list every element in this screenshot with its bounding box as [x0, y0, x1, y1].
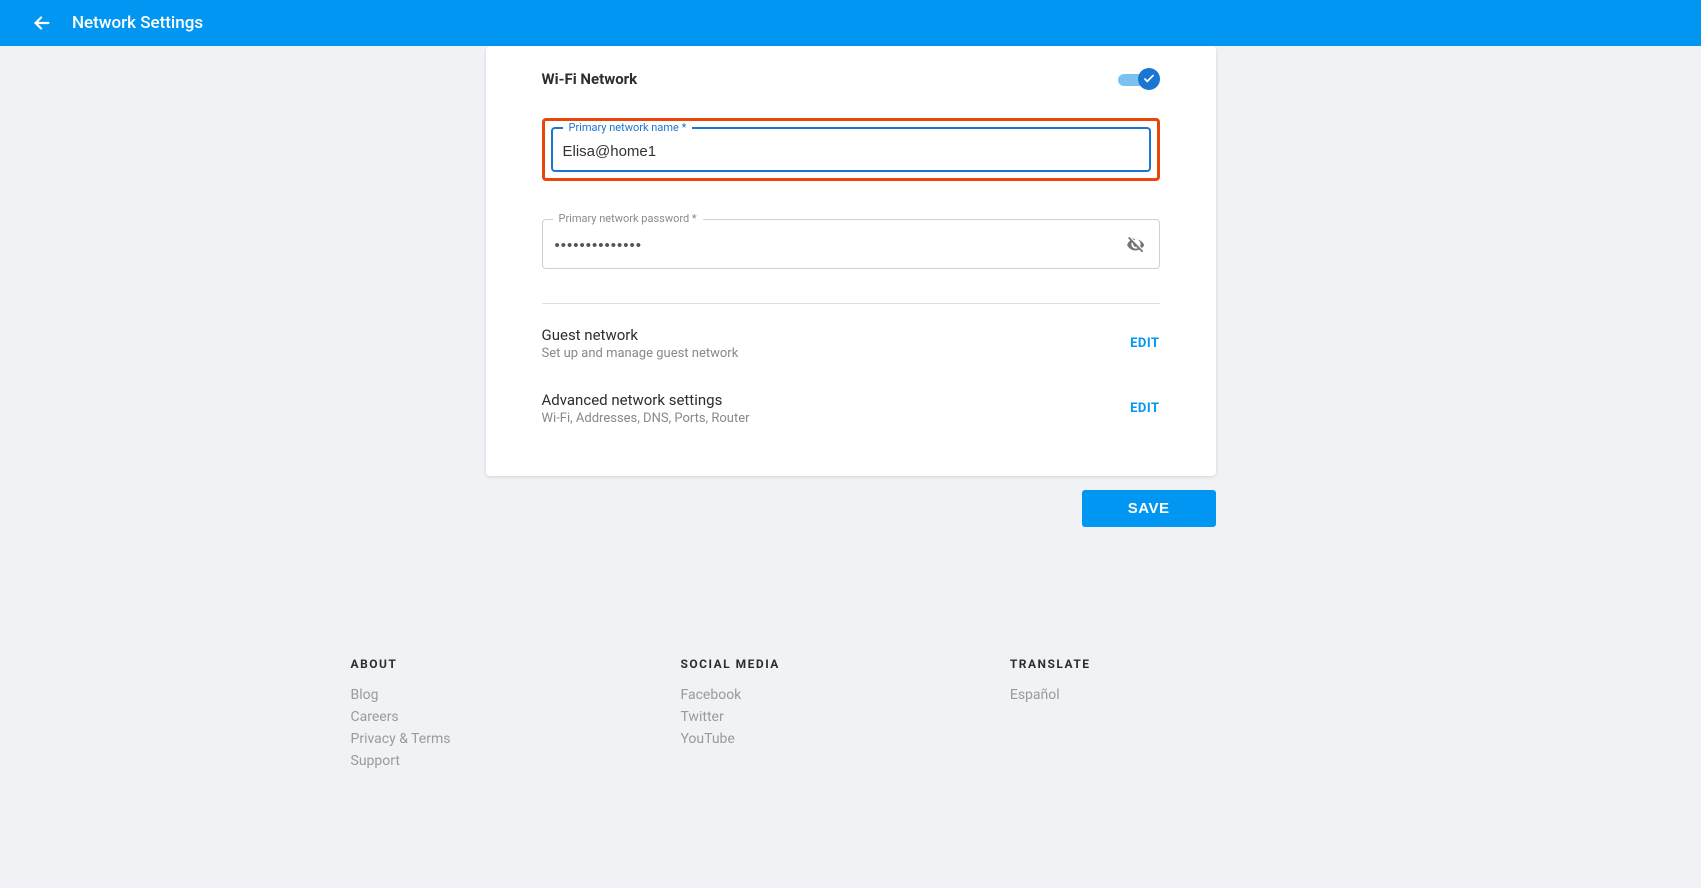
- primary-name-label: Primary network name *: [563, 121, 693, 134]
- primary-network-name-input[interactable]: [563, 143, 1139, 160]
- footer: ABOUT Blog Careers Privacy & Terms Suppo…: [321, 657, 1381, 775]
- advanced-network-row: Advanced network settings Wi-Fi, Address…: [542, 391, 1160, 426]
- footer-link-youtube[interactable]: YouTube: [680, 731, 779, 747]
- advanced-sub: Wi-Fi, Addresses, DNS, Ports, Router: [542, 411, 750, 426]
- footer-link-twitter[interactable]: Twitter: [680, 709, 779, 725]
- page-title: Network Settings: [72, 13, 203, 33]
- footer-translate-col: TRANSLATE Español: [1010, 657, 1091, 775]
- footer-social-heading: SOCIAL MEDIA: [680, 657, 779, 671]
- footer-link-careers[interactable]: Careers: [351, 709, 451, 725]
- advanced-edit-button[interactable]: EDIT: [1130, 401, 1159, 416]
- primary-network-password-input[interactable]: [555, 237, 1076, 254]
- footer-link-espanol[interactable]: Español: [1010, 687, 1091, 703]
- primary-pass-label: Primary network password *: [553, 212, 703, 225]
- advanced-title: Advanced network settings: [542, 391, 750, 409]
- guest-edit-button[interactable]: EDIT: [1130, 336, 1159, 351]
- primary-network-password-field[interactable]: Primary network password *: [542, 219, 1160, 269]
- guest-network-row: Guest network Set up and manage guest ne…: [542, 326, 1160, 361]
- guest-title: Guest network: [542, 326, 739, 344]
- save-button[interactable]: SAVE: [1082, 490, 1216, 527]
- footer-about-heading: ABOUT: [351, 657, 451, 671]
- wifi-section-title: Wi-Fi Network: [542, 70, 638, 88]
- wifi-toggle-switch[interactable]: [1118, 68, 1160, 90]
- back-arrow-icon[interactable]: [30, 11, 54, 35]
- header-bar: Network Settings: [0, 0, 1701, 46]
- divider: [542, 303, 1160, 304]
- primary-name-highlight: Primary network name *: [542, 118, 1160, 181]
- footer-link-privacy[interactable]: Privacy & Terms: [351, 731, 451, 747]
- guest-sub: Set up and manage guest network: [542, 346, 739, 361]
- footer-link-blog[interactable]: Blog: [351, 687, 451, 703]
- footer-about-col: ABOUT Blog Careers Privacy & Terms Suppo…: [351, 657, 451, 775]
- visibility-off-icon[interactable]: [1125, 234, 1147, 256]
- footer-social-col: SOCIAL MEDIA Facebook Twitter YouTube: [680, 657, 779, 775]
- footer-link-facebook[interactable]: Facebook: [680, 687, 779, 703]
- footer-link-support[interactable]: Support: [351, 753, 451, 769]
- network-card: Wi-Fi Network Primary network name * Pri…: [486, 46, 1216, 476]
- footer-translate-heading: TRANSLATE: [1010, 657, 1091, 671]
- primary-network-name-field[interactable]: Primary network name *: [551, 127, 1151, 172]
- toggle-check-icon: [1138, 68, 1160, 90]
